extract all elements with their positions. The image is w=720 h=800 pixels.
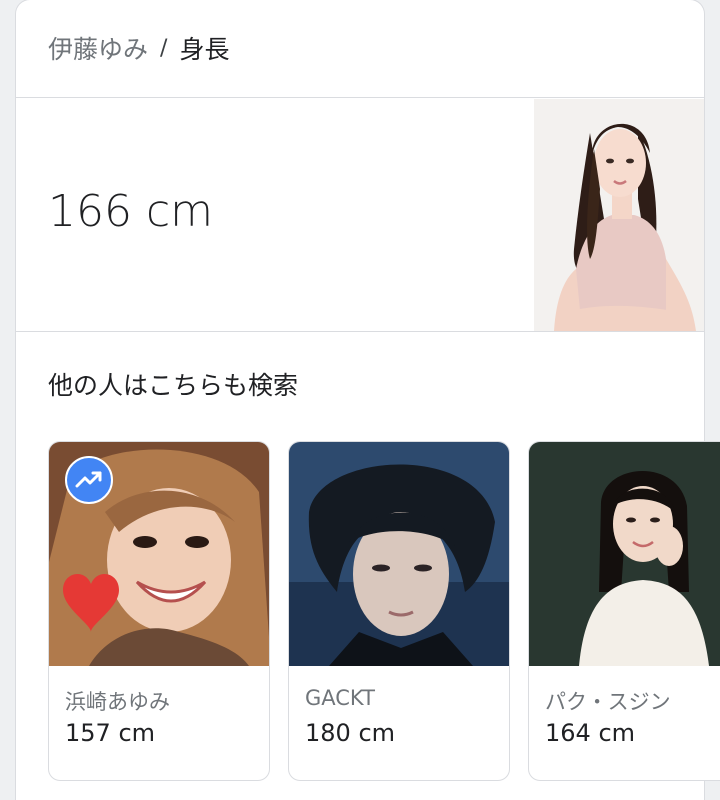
person-height: 157 cm [65, 719, 156, 747]
person-photo [289, 442, 509, 666]
breadcrumb-attribute: 身長 [179, 35, 230, 64]
related-people-carousel[interactable]: 浜崎あゆみ 157 cm GACKT 180 cm パク・スジン 164 cm [48, 441, 720, 781]
trending-up-icon [65, 456, 113, 504]
person-name: GACKT [305, 686, 375, 710]
related-section-title: 他の人はこちらも検索 [48, 371, 299, 400]
person-photo [529, 442, 720, 666]
related-person-card[interactable]: GACKT 180 cm [288, 441, 510, 781]
person-image [289, 442, 509, 666]
breadcrumb-separator: / [160, 35, 168, 61]
answer-value: 166 cm [48, 186, 214, 237]
person-image [529, 442, 720, 666]
person-name: 浜崎あゆみ [65, 690, 170, 714]
related-person-card[interactable]: パク・スジン 164 cm [528, 441, 720, 781]
related-person-card[interactable]: 浜崎あゆみ 157 cm [48, 441, 270, 781]
person-photo [49, 442, 269, 666]
section-divider [16, 331, 704, 332]
person-name: パク・スジン [545, 690, 671, 714]
main-photo[interactable] [534, 99, 704, 331]
person-height: 180 cm [305, 719, 396, 747]
portrait-image [534, 99, 704, 331]
breadcrumb-entity-link[interactable]: 伊藤ゆみ [48, 30, 148, 66]
person-height: 164 cm [545, 719, 636, 747]
header-divider [16, 97, 704, 98]
breadcrumb: 伊藤ゆみ / 身長 [48, 28, 229, 68]
